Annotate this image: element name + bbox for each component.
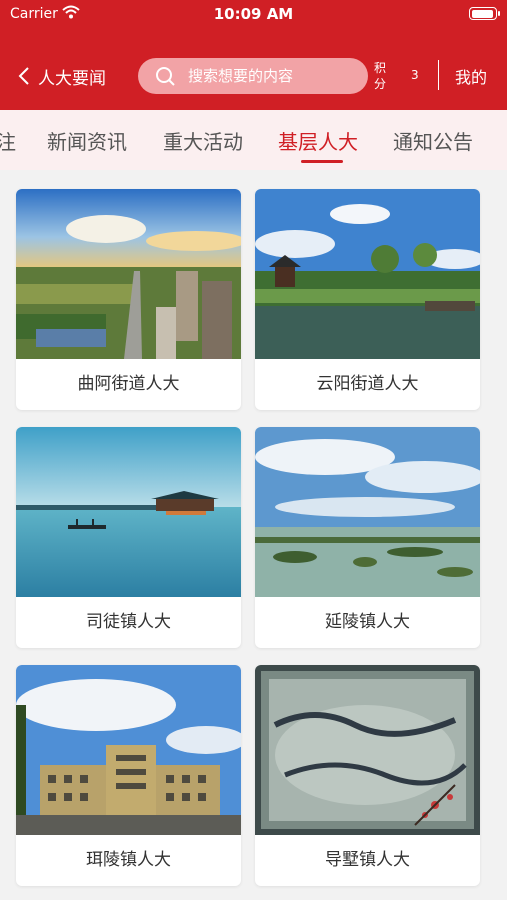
active-tab-indicator (301, 160, 343, 163)
card-label: 云阳街道人大 (316, 374, 419, 394)
status-time: 10:09 AM (213, 5, 294, 23)
tab-news[interactable]: 新闻资讯 (47, 126, 127, 155)
card-label: 珥陵镇人大 (86, 850, 171, 870)
search-icon (156, 67, 175, 86)
tab-major-events[interactable]: 重大活动 (163, 126, 243, 155)
card-situ[interactable]: 司徒镇人大 (16, 427, 241, 648)
points-value: 3 (411, 68, 419, 82)
calligraphy-stone-photo (255, 665, 480, 835)
card-quea[interactable]: 曲阿街道人大 (16, 189, 241, 410)
card-yunyang[interactable]: 云阳街道人大 (255, 189, 480, 410)
lake-boat-photo (16, 427, 241, 597)
pavilion-lake-photo (255, 189, 480, 359)
search-bar[interactable] (138, 58, 368, 94)
wetland-photo (255, 427, 480, 597)
card-daoshu[interactable]: 导墅镇人大 (255, 665, 480, 886)
card-label: 导墅镇人大 (325, 850, 410, 870)
back-button[interactable]: 人大要闻 (16, 58, 106, 94)
card-label: 延陵镇人大 (325, 612, 410, 632)
nav-divider (438, 60, 439, 90)
tab-grassroots[interactable]: 基层人大 (278, 126, 358, 155)
card-label: 曲阿街道人大 (77, 374, 180, 394)
card-label: 司徒镇人大 (86, 612, 171, 632)
aerial-city-photo (16, 189, 241, 359)
back-label: 人大要闻 (38, 68, 106, 89)
chevron-left-icon (18, 67, 29, 85)
tab-partial[interactable]: 注 (0, 126, 16, 155)
building-photo (16, 665, 241, 835)
points-label: 积分 (374, 61, 387, 91)
tab-notices[interactable]: 通知公告 (393, 126, 473, 155)
category-tabs: 注 新闻资讯 重大活动 基层人大 通知公告 (0, 110, 507, 170)
card-erling[interactable]: 珥陵镇人大 (16, 665, 241, 886)
search-input[interactable] (188, 67, 358, 85)
app-header: Carrier 10:09 AM 人大要闻 积分 3 我的 (0, 0, 507, 110)
nav-bar: 人大要闻 积分 3 我的 (0, 52, 507, 100)
mine-button[interactable]: 我的 (455, 64, 487, 88)
card-yanling[interactable]: 延陵镇人大 (255, 427, 480, 648)
battery-icon (469, 7, 500, 20)
status-bar: Carrier 10:09 AM (0, 0, 507, 30)
